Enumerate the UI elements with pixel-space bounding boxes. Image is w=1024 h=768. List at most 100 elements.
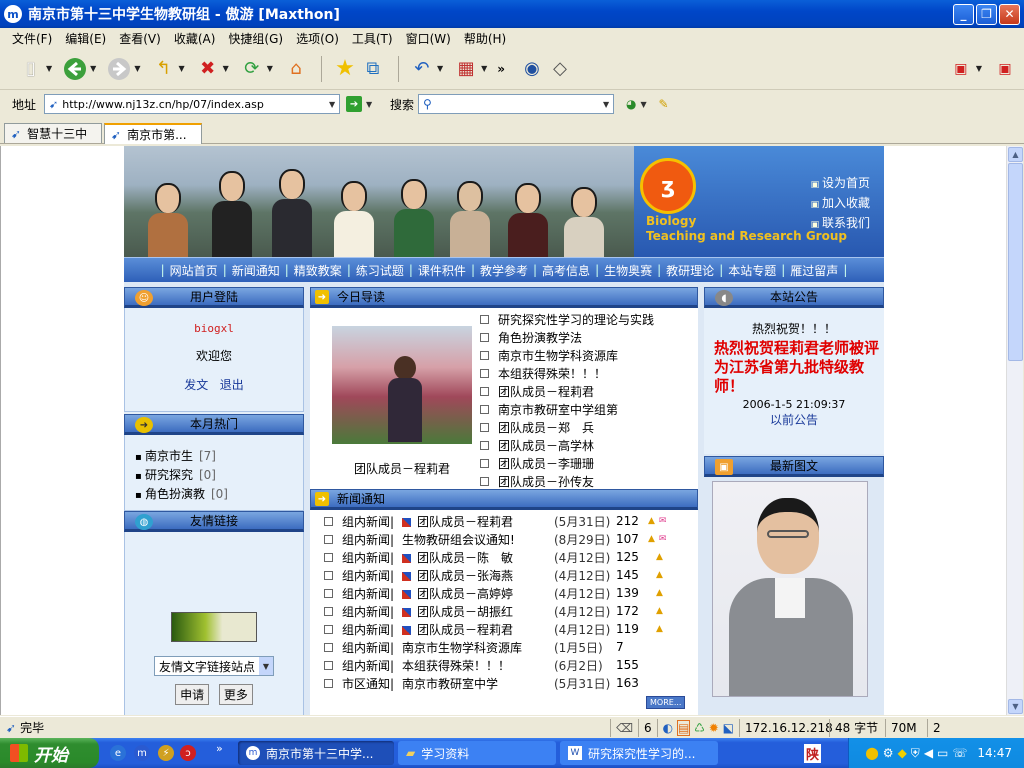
nav-lessons[interactable]: 精致教案 <box>289 262 347 279</box>
restore-button[interactable]: ❐ <box>976 3 997 25</box>
guide-item[interactable]: 团队成员－郑 兵 <box>480 418 654 436</box>
forward-icon[interactable] <box>106 56 132 82</box>
close-window-button[interactable]: ✕ <box>999 3 1020 25</box>
maxthon-quicklaunch-icon[interactable]: m <box>134 745 150 761</box>
clock[interactable]: 14:47 <box>977 746 1012 760</box>
quicklaunch-more-icon[interactable]: » <box>216 742 223 755</box>
nav-news[interactable]: 新闻通知 <box>227 262 285 279</box>
forward-dropdown-icon[interactable]: ▼ <box>134 64 140 73</box>
nav-olympiad[interactable]: 生物奥赛 <box>599 262 657 279</box>
link-select-dropdown-icon[interactable]: ▼ <box>259 657 273 675</box>
sound-icon[interactable]: ▤ <box>676 719 691 736</box>
scroll-down-icon[interactable]: ▼ <box>1008 699 1023 714</box>
news-row[interactable]: 组内新闻| 团队成员－高婷婷 (4月12日) 139 ▲ <box>324 584 663 602</box>
news-row[interactable]: 组内新闻| 南京市生物学科资源库 (1月5日) 7 <box>324 638 644 656</box>
post-link[interactable]: 发文 <box>184 378 208 392</box>
featured-caption[interactable]: 团队成员－程莉君 <box>354 460 450 477</box>
minimize-button[interactable]: _ <box>953 3 974 25</box>
maxthon-app-icon[interactable]: m <box>4 5 22 23</box>
guide-item[interactable]: 南京市生物学科资源库 <box>480 346 654 364</box>
volume-icon[interactable]: ◀ <box>924 746 933 760</box>
menu-options[interactable]: 选项(O) <box>296 30 339 47</box>
url-value[interactable]: http://www.nj13z.cn/hp/07/index.asp <box>62 98 325 111</box>
nav-courseware[interactable]: 课件积件 <box>413 262 471 279</box>
engine-dropdown-icon[interactable]: ▼ <box>637 96 651 112</box>
set-homepage-link[interactable]: 设为首页 <box>811 174 870 194</box>
menu-help[interactable]: 帮助(H) <box>464 30 506 47</box>
url-input[interactable]: ➹ http://www.nj13z.cn/hp/07/index.asp ▼ <box>44 94 341 114</box>
network-icon[interactable]: ⚙ <box>883 746 894 760</box>
logout-link[interactable]: 退出 <box>220 378 244 392</box>
back-dropdown-icon[interactable]: ▼ <box>90 64 96 73</box>
task-browser[interactable]: m 南京市第十三中学... <box>238 741 394 765</box>
nav-home[interactable]: 网站首页 <box>165 262 223 279</box>
up-dropdown-icon[interactable]: ▼ <box>178 64 184 73</box>
home-icon[interactable]: ⌂ <box>283 56 309 82</box>
close-all-dropdown-icon[interactable]: ▼ <box>976 64 982 73</box>
compass-icon[interactable]: ◉ <box>519 56 545 82</box>
news-row[interactable]: 组内新闻| 团队成员－陈 敏 (4月12日) 125 ▲ <box>324 548 663 566</box>
new-page-dropdown-icon[interactable]: ▼ <box>46 64 52 73</box>
task-folder[interactable]: ▰ 学习资料 <box>398 741 556 765</box>
hot-item[interactable]: 南京市生[7] <box>125 447 303 466</box>
guide-item[interactable]: 团队成员－程莉君 <box>480 382 654 400</box>
hot-item[interactable]: 角色扮演教[0] <box>125 485 303 504</box>
news-row[interactable]: 组内新闻| 团队成员－胡振红 (4月12日) 172 ▲ <box>324 602 663 620</box>
nav-guestbook[interactable]: 雁过留声 <box>785 262 843 279</box>
more-news-button[interactable]: MORE... <box>646 696 686 709</box>
menu-view[interactable]: 查看(V) <box>119 30 161 47</box>
nav-topics[interactable]: 本站专题 <box>723 262 781 279</box>
url-dropdown-icon[interactable]: ▼ <box>325 96 339 112</box>
vertical-scrollbar[interactable]: ▲ ▼ <box>1006 146 1023 715</box>
news-row[interactable]: 组内新闻| 本组获得殊荣！！！ (6月2日) 155 <box>324 656 644 674</box>
phone-icon[interactable]: ☏ <box>952 746 967 760</box>
contact-us-link[interactable]: 联系我们 <box>811 214 870 234</box>
search-engine-icon[interactable]: ◕ <box>626 97 636 111</box>
scroll-thumb[interactable] <box>1008 163 1023 361</box>
news-row[interactable]: 组内新闻| 团队成员－程莉君 (4月12日) 119 ▲ <box>324 620 663 638</box>
menu-window[interactable]: 窗口(W) <box>406 30 451 47</box>
nav-exam-info[interactable]: 高考信息 <box>537 262 595 279</box>
undo-icon[interactable]: ↶ <box>409 56 435 82</box>
menu-file[interactable]: 文件(F) <box>12 30 52 47</box>
guide-item[interactable]: 本组获得殊荣！！！ <box>480 364 654 382</box>
ie-quicklaunch-icon[interactable]: e <box>110 745 126 761</box>
up-icon[interactable]: ↰ <box>150 56 176 82</box>
monitor-icon[interactable]: ▭ <box>937 746 948 760</box>
refresh-dropdown-icon[interactable]: ▼ <box>267 64 273 73</box>
plugin-icon[interactable]: ♺ <box>694 721 705 735</box>
more-links-button[interactable]: 更多 <box>218 684 253 705</box>
tab-zhihui[interactable]: ➹ 智慧十三中 <box>4 123 102 143</box>
app-quicklaunch-icon[interactable]: ↄ <box>180 745 196 761</box>
tool-quicklaunch-icon[interactable]: ⚡ <box>158 745 174 761</box>
calculator-icon[interactable]: ▦ <box>453 56 479 82</box>
partner-logo[interactable] <box>171 612 257 642</box>
back-icon[interactable] <box>62 56 88 82</box>
skin-icon[interactable]: ◐ <box>663 721 673 735</box>
search-input[interactable]: ⚲ ▼ <box>418 94 615 114</box>
guide-item[interactable]: 角色扮演教学法 <box>480 328 654 346</box>
search-dropdown-icon[interactable]: ▼ <box>599 96 613 112</box>
news-row[interactable]: 组内新闻| 生物教研组会议通知! (8月29日) 107 ▲ ✉ <box>324 530 666 548</box>
guide-item[interactable]: 团队成员－李珊珊 <box>480 454 654 472</box>
menu-edit[interactable]: 编辑(E) <box>65 30 106 47</box>
lock-icon[interactable]: ⬤ <box>865 746 878 760</box>
guide-item[interactable]: 南京市教研室中学组第 <box>480 400 654 418</box>
news-row[interactable]: 市区通知| 南京市教研室中学 (5月31日) 163 <box>324 674 644 692</box>
close-tab-icon[interactable]: ▣ <box>992 56 1018 82</box>
menu-tools[interactable]: 工具(T) <box>352 30 393 47</box>
news-row[interactable]: 组内新闻| 团队成员－张海燕 (4月12日) 145 ▲ <box>324 566 663 584</box>
scroll-up-icon[interactable]: ▲ <box>1008 147 1023 162</box>
antivirus-icon[interactable]: ◆ <box>898 746 907 760</box>
menu-groups[interactable]: 快捷组(G) <box>228 30 283 47</box>
go-dropdown-icon[interactable]: ▼ <box>362 96 376 112</box>
new-page-icon[interactable]: ▯ <box>18 56 44 82</box>
task-document[interactable]: W 研究探究性学习的... <box>560 741 718 765</box>
diamond-icon[interactable]: ◇ <box>547 56 573 82</box>
start-button[interactable]: 开始 <box>0 738 99 768</box>
refresh-icon[interactable]: ⟳ <box>239 56 265 82</box>
close-all-icon[interactable]: ▣ <box>948 56 974 82</box>
calculator-dropdown-icon[interactable]: ▼ <box>481 64 487 73</box>
tool-icon[interactable]: ⬕ <box>723 721 734 735</box>
guide-item[interactable]: 团队成员－孙传友 <box>480 472 654 490</box>
